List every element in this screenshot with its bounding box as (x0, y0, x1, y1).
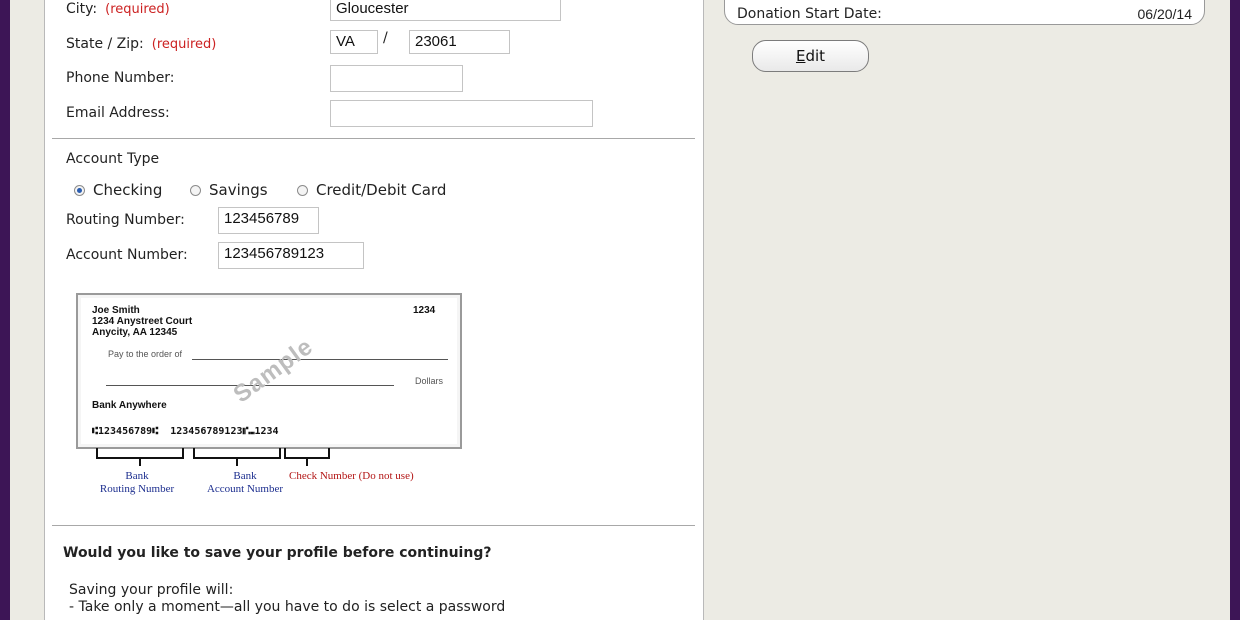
routing-number-caption: Bank Routing Number (87, 470, 187, 496)
check-payee-line (192, 359, 448, 360)
account-type-label: Account Type (66, 151, 160, 167)
sample-check-image: Joe Smith 1234 Anystreet Court Anycity, … (76, 293, 462, 449)
page-frame: City: (required) Gloucester State / Zip: (… (10, 0, 1230, 620)
radio-savings-indicator[interactable] (190, 184, 201, 196)
phone-input[interactable] (330, 65, 463, 92)
check-micr-line: ⑆123456789⑆ 123456789123⑈⑉1234 (92, 426, 279, 437)
radio-savings-label: Savings (209, 181, 268, 199)
billing-form-panel: City: (required) Gloucester State / Zip: (… (44, 0, 704, 620)
account-number-input[interactable]: 123456789123 (218, 242, 364, 269)
section-divider-2 (52, 525, 695, 526)
city-label-text: City: (66, 1, 98, 17)
radio-credit-debit-label: Credit/Debit Card (316, 181, 447, 199)
state-zip-required-note: (required) (151, 37, 217, 52)
check-dollars-label: Dollars (415, 376, 444, 386)
email-input[interactable] (330, 100, 593, 127)
check-number-bracket (284, 448, 330, 459)
donation-start-date-value: 06/20/14 (1137, 6, 1193, 22)
radio-savings[interactable]: Savings (190, 181, 268, 199)
check-micr-check: 1234 (254, 426, 279, 437)
account-caption-line-2: Account Number (206, 483, 284, 495)
check-number-top: 1234 (413, 305, 436, 316)
account-caption-line-1: Bank (233, 470, 257, 482)
routing-caption-line-2: Routing Number (99, 483, 175, 495)
account-number-label: Account Number: (66, 247, 188, 263)
state-zip-separator: / (383, 30, 388, 46)
radio-checking-label: Checking (93, 181, 163, 199)
phone-label: Phone Number: (66, 70, 175, 86)
state-input[interactable]: VA (330, 30, 378, 54)
routing-number-input[interactable]: 123456789 (218, 207, 319, 234)
check-address-2: Anycity, AA 12345 (92, 327, 178, 338)
radio-checking-indicator[interactable] (74, 184, 85, 196)
city-required-note: (required) (105, 2, 170, 17)
donation-summary-box: Donation Start Date: 06/20/14 (724, 0, 1205, 25)
check-bank-name: Bank Anywhere (92, 400, 167, 411)
save-profile-question: Would you like to save your profile befo… (63, 545, 492, 561)
check-address-1: 1234 Anystreet Court (92, 316, 193, 327)
city-input[interactable]: Gloucester (330, 0, 561, 21)
routing-caption-line-1: Bank (125, 470, 149, 482)
radio-credit-debit-indicator[interactable] (297, 184, 308, 196)
account-number-caption: Bank Account Number (190, 470, 300, 496)
email-label: Email Address: (66, 105, 170, 121)
check-brackets (96, 448, 330, 466)
check-number-caption: Check Number (Do not use) (289, 470, 414, 482)
donation-start-date-label: Donation Start Date: (737, 6, 882, 22)
save-profile-bullet-1: - Take only a moment—all you have to do … (69, 599, 506, 615)
sample-watermark: Sample (228, 332, 319, 409)
city-label: City: (required) (66, 1, 170, 17)
edit-button[interactable]: Edit (752, 40, 869, 72)
check-name: Joe Smith (92, 305, 140, 316)
account-bracket (193, 448, 281, 459)
section-divider-1 (52, 138, 695, 139)
radio-credit-debit[interactable]: Credit/Debit Card (297, 181, 447, 199)
routing-number-label: Routing Number: (66, 212, 185, 228)
check-micr-routing: 123456789 (98, 426, 153, 437)
state-zip-label: State / Zip: (required) (66, 36, 216, 52)
routing-bracket (96, 448, 184, 459)
check-pay-to-label: Pay to the order of (108, 349, 183, 359)
state-zip-label-text: State / Zip: (66, 36, 144, 52)
edit-button-label: dit (805, 47, 826, 65)
save-profile-intro: Saving your profile will: (69, 582, 234, 598)
check-micr-account: 123456789123 (170, 426, 243, 437)
radio-checking[interactable]: Checking (74, 181, 163, 199)
zip-input[interactable]: 23061 (409, 30, 510, 54)
